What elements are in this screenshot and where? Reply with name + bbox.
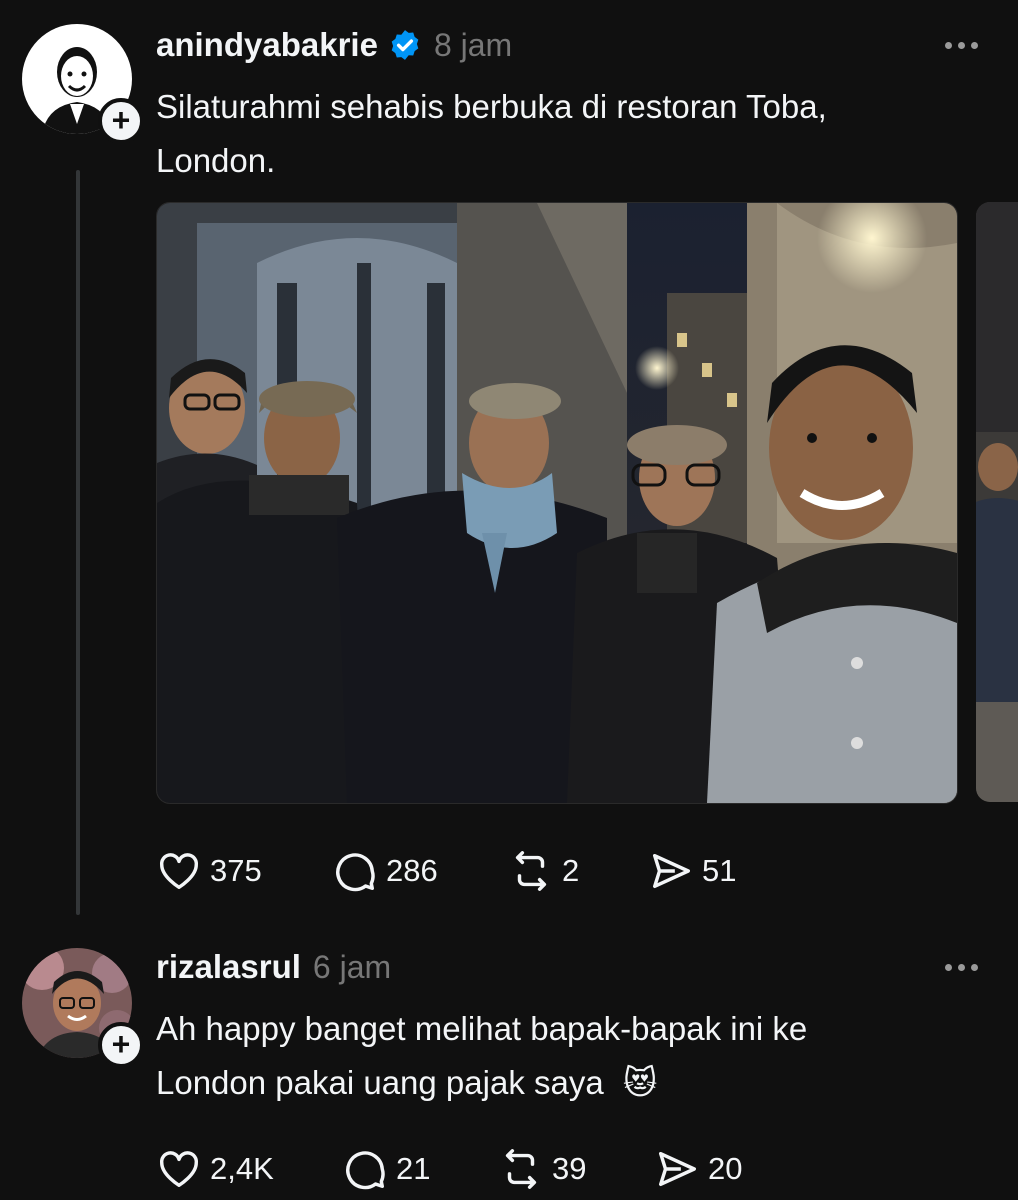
reply-time: 6 jam [312, 948, 392, 985]
heart-icon [160, 1151, 198, 1188]
comment-button[interactable]: 286 [332, 848, 508, 894]
reply-text-line: Ah happy banget melihat bapak-bapak ini … [156, 1010, 808, 1047]
share-count: 20 [708, 1151, 743, 1186]
post-header: anindyabakrie 8 jam [156, 20, 512, 70]
repost-count: 39 [552, 1151, 587, 1186]
more-options-icon[interactable] [945, 942, 978, 992]
comment-icon [336, 853, 375, 892]
main-post: + anindyabakrie 8 jam Silaturahmi sehabi… [0, 0, 1018, 930]
like-button[interactable]: 375 [156, 848, 332, 894]
more-options-icon[interactable] [945, 20, 978, 70]
heart-eyes-cat-emoji: 😻 [622, 1064, 658, 1101]
comment-icon [346, 1151, 385, 1190]
repost-count: 2 [562, 853, 580, 888]
like-count: 375 [210, 853, 262, 888]
reply-text-segment: London pakai uang pajak saya [156, 1064, 604, 1101]
share-button[interactable]: 51 [648, 848, 736, 894]
repost-icon [515, 851, 547, 891]
reply-header: rizalasrul 6 jam [156, 942, 391, 992]
post-actions: 375 286 2 51 [156, 846, 736, 896]
like-button[interactable]: 2,4K [156, 1146, 342, 1192]
post-photo[interactable] [156, 202, 958, 804]
like-count: 2,4K [210, 1151, 274, 1186]
follow-plus-icon[interactable]: + [98, 1022, 144, 1068]
heart-icon [160, 853, 198, 890]
post-username[interactable]: anindyabakrie [156, 26, 378, 64]
reply-text: Ah happy banget melihat bapak-bapak ini … [156, 1002, 986, 1110]
comment-count: 286 [386, 853, 438, 888]
group-photo-image [157, 203, 957, 803]
post-text-line: Silaturahmi sehabis berbuka di restoran … [156, 88, 827, 125]
reply-post: + rizalasrul 6 jam Ah happy banget melih… [0, 930, 1018, 1200]
comment-button[interactable]: 21 [342, 1146, 498, 1192]
reply-username[interactable]: rizalasrul [156, 948, 301, 986]
post-avatar[interactable]: + [22, 24, 144, 144]
post-text: Silaturahmi sehabis berbuka di restoran … [156, 80, 986, 188]
post-text-line: London. [156, 142, 276, 179]
post-photo-next[interactable] [976, 202, 1018, 802]
post-time: 8 jam [433, 26, 513, 63]
reply-actions: 2,4K 21 39 20 [156, 1144, 742, 1194]
reply-text-line: London pakai uang pajak saya 😻 [156, 1056, 986, 1110]
second-photo-image [976, 202, 1018, 802]
repost-button[interactable]: 2 [508, 848, 648, 894]
share-button[interactable]: 20 [654, 1146, 742, 1192]
send-icon [658, 1151, 696, 1187]
repost-button[interactable]: 39 [498, 1146, 654, 1192]
reply-avatar[interactable]: + [22, 948, 144, 1068]
verified-badge-icon [391, 30, 419, 60]
share-count: 51 [702, 853, 737, 888]
thread-connector [76, 170, 80, 915]
follow-plus-icon[interactable]: + [98, 98, 144, 144]
repost-icon [505, 1149, 537, 1189]
send-icon [652, 853, 690, 889]
comment-count: 21 [396, 1151, 431, 1186]
